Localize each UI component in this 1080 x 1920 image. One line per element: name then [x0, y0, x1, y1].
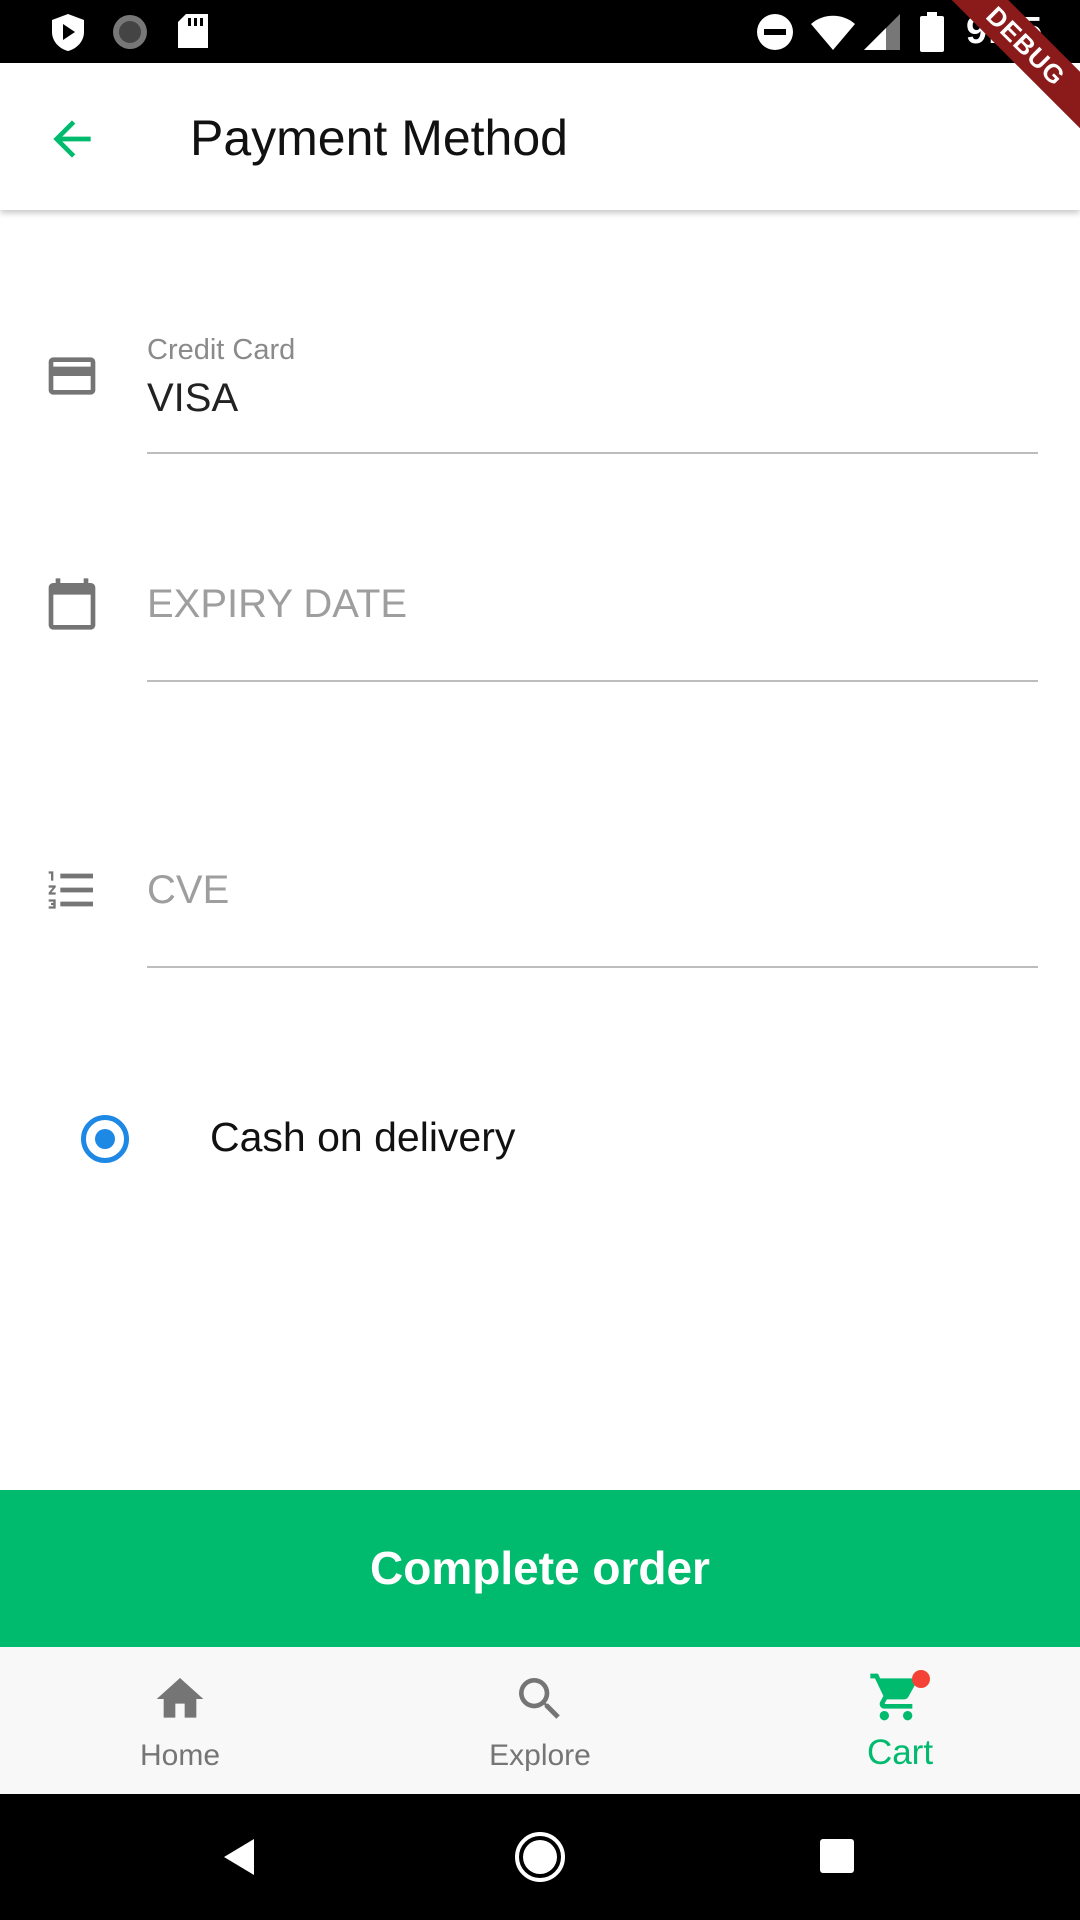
nav-label-cart: Cart	[866, 1733, 934, 1772]
wifi-icon	[810, 12, 856, 57]
cart-badge	[912, 1670, 930, 1688]
credit-card-value: VISA	[147, 376, 239, 420]
screen: 9:15 DEBUG Payment Method Credit Card VI…	[0, 0, 1080, 1920]
expiry-date-row: EXPIRY DATE	[0, 560, 1080, 690]
square-recents-icon	[820, 1839, 854, 1873]
nav-item-cart[interactable]: Cart	[720, 1647, 1080, 1794]
complete-order-button[interactable]: Complete order	[0, 1490, 1080, 1647]
sync-icon	[110, 12, 150, 57]
nav-item-explore[interactable]: Explore	[360, 1647, 720, 1794]
format-list-numbered-icon	[48, 871, 93, 909]
cve-placeholder: CVE	[147, 868, 230, 912]
sd-card-icon	[176, 12, 210, 55]
home-icon	[156, 1678, 204, 1718]
expiry-date-placeholder: EXPIRY DATE	[147, 582, 408, 626]
circle-home-icon	[515, 1832, 565, 1882]
search-icon	[519, 1678, 560, 1719]
cash-on-delivery-label: Cash on delivery	[210, 1114, 516, 1160]
system-navigation-bar	[0, 1794, 1080, 1920]
status-bar: 9:15	[0, 0, 1080, 63]
credit-card-icon	[48, 357, 96, 395]
nav-item-home[interactable]: Home	[0, 1647, 360, 1794]
page-title: Payment Method	[190, 110, 568, 166]
do-not-disturb-icon	[755, 12, 795, 57]
nav-label-home: Home	[139, 1739, 221, 1772]
back-button[interactable]	[44, 111, 100, 167]
bottom-navigation: Home Explore Cart	[0, 1647, 1080, 1794]
radio-selected-dot	[95, 1129, 115, 1149]
cash-on-delivery-option[interactable]: Cash on delivery	[0, 1100, 1080, 1180]
system-home-button[interactable]	[512, 1829, 568, 1885]
credit-card-label: Credit Card	[147, 334, 296, 366]
calendar-icon	[48, 578, 96, 630]
arrow-back-icon	[53, 120, 91, 158]
battery-icon	[920, 12, 944, 57]
system-recents-button[interactable]	[810, 1829, 866, 1885]
cell-signal-icon	[862, 12, 902, 57]
expiry-date-field[interactable]: EXPIRY DATE	[147, 560, 1038, 682]
play-protect-icon	[50, 12, 86, 57]
app-bar: Payment Method	[0, 63, 1080, 210]
credit-card-row: Credit Card VISA	[0, 320, 1080, 460]
nav-label-explore: Explore	[489, 1739, 591, 1772]
triangle-back-icon	[224, 1839, 254, 1875]
cve-field[interactable]: CVE	[147, 846, 1038, 968]
credit-card-field[interactable]: Credit Card VISA	[147, 320, 1038, 454]
system-back-button[interactable]	[214, 1829, 270, 1885]
cve-row: CVE	[0, 846, 1080, 976]
cash-on-delivery-radio[interactable]	[81, 1115, 129, 1163]
